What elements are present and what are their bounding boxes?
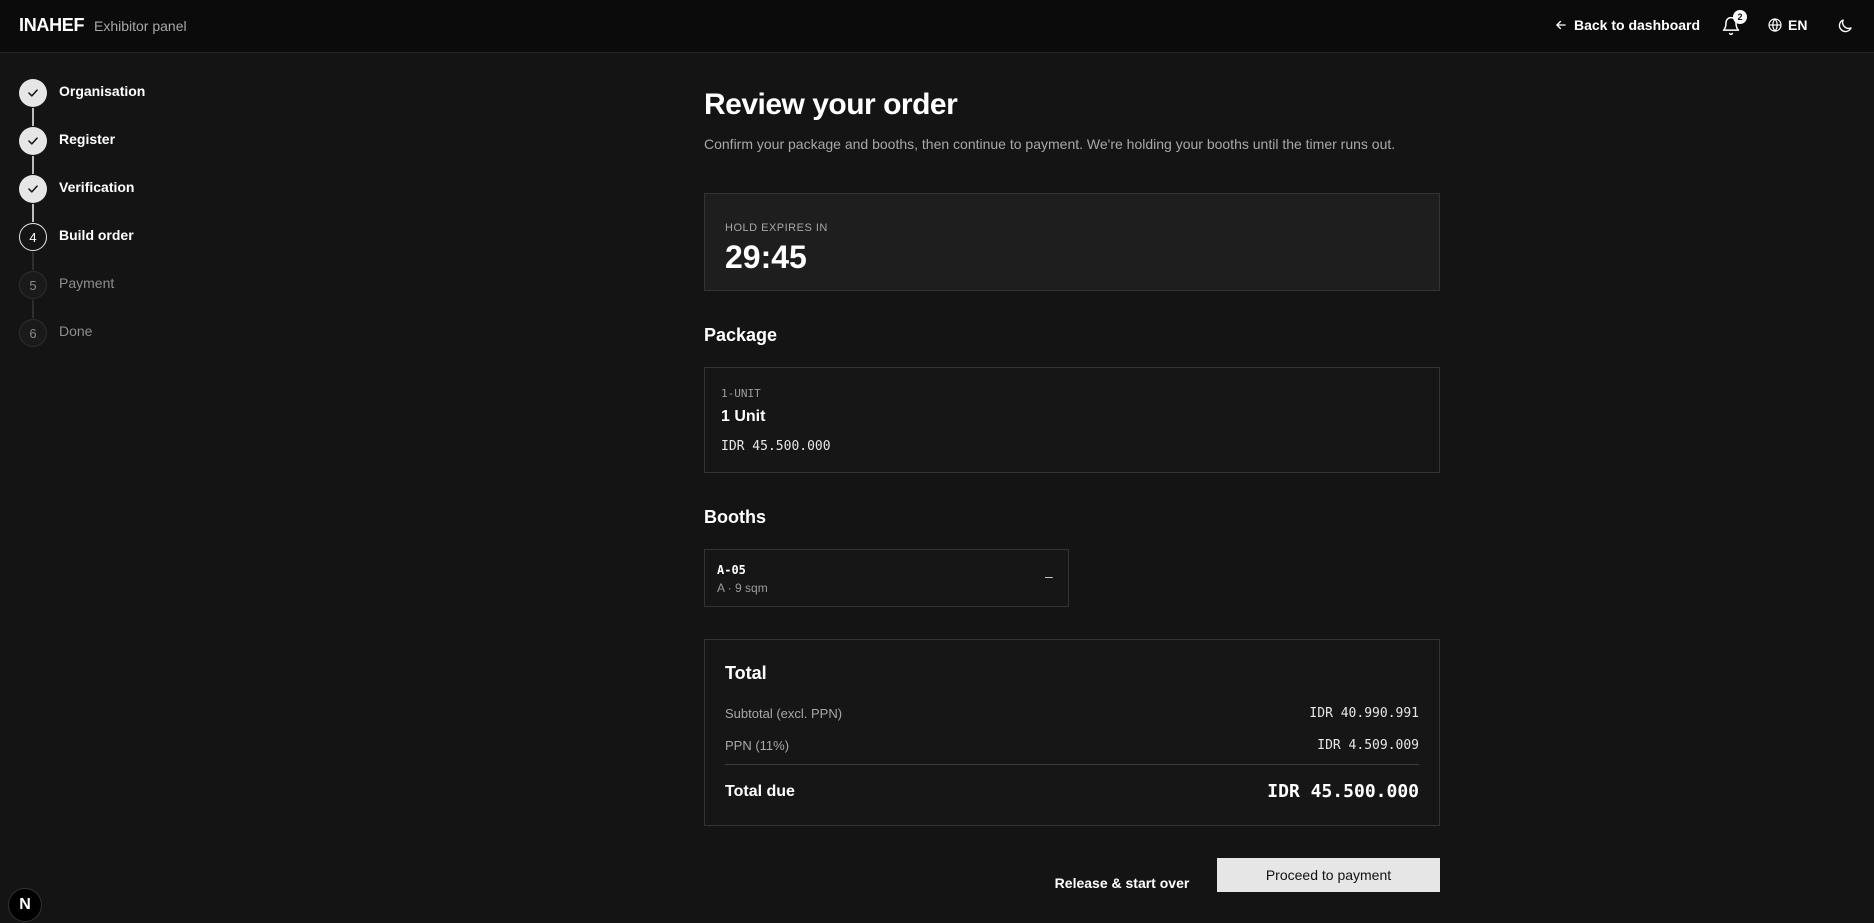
hold-timer-card: HOLD EXPIRES IN 29:45	[704, 193, 1440, 291]
hold-countdown: 29:45	[725, 239, 807, 275]
step-label: Payment	[59, 275, 115, 291]
page-subtitle: Confirm your package and booths, then co…	[704, 136, 1396, 152]
step-label: Done	[59, 323, 93, 339]
step-connector	[32, 108, 34, 126]
dev-tools-badge[interactable]: N	[8, 888, 42, 922]
step-complete-marker	[19, 79, 47, 107]
package-code: 1-UNIT	[721, 387, 761, 400]
step-connector	[32, 204, 34, 222]
step-payment: 5 Payment	[19, 271, 145, 319]
language-label: EN	[1788, 17, 1808, 33]
step-label: Register	[59, 131, 116, 147]
step-complete-marker	[19, 175, 47, 203]
booth-code: A-05	[717, 563, 746, 577]
total-title: Total	[725, 663, 767, 683]
total-due-label: Total due	[725, 783, 795, 800]
total-due-value: IDR 45.500.000	[1267, 781, 1419, 802]
ppn-value: IDR 4.509.009	[1317, 738, 1419, 753]
total-divider	[725, 764, 1419, 765]
step-complete-marker	[19, 127, 47, 155]
subtotal-value: IDR 40.990.991	[1309, 706, 1419, 721]
package-section-title: Package	[704, 325, 778, 345]
check-icon	[28, 185, 38, 193]
step-build-order: 4 Build order	[19, 223, 145, 271]
step-connector	[32, 156, 34, 174]
notification-count-badge: 2	[1733, 10, 1747, 24]
hold-label: HOLD EXPIRES IN	[725, 222, 828, 234]
step-label: Build order	[59, 227, 134, 243]
moon-icon[interactable]	[1836, 17, 1854, 35]
step-verification: Verification	[19, 175, 145, 223]
booths-section-title: Booths	[704, 507, 766, 527]
step-label: Verification	[59, 179, 135, 195]
panel-subtitle: Exhibitor panel	[94, 18, 187, 34]
step-organisation: Organisation	[19, 79, 145, 127]
language-selector[interactable]: EN	[1767, 17, 1807, 33]
back-to-dashboard-link[interactable]: Back to dashboard	[1554, 17, 1700, 33]
check-icon	[28, 137, 38, 145]
globe-icon	[1768, 18, 1782, 32]
check-icon	[28, 89, 38, 97]
step-number: 5	[19, 271, 47, 299]
total-summary-card: Total Subtotal (excl. PPN) IDR 40.990.99…	[704, 639, 1440, 826]
booth-card: A-05 A · 9 sqm –	[704, 549, 1069, 607]
proceed-to-payment-button[interactable]: Proceed to payment	[1217, 858, 1440, 892]
subtotal-label: Subtotal (excl. PPN)	[725, 706, 843, 721]
package-name: 1 Unit	[721, 408, 766, 425]
step-done: 6 Done	[19, 319, 145, 367]
package-card: 1-UNIT 1 Unit IDR 45.500.000	[704, 367, 1440, 473]
step-label: Organisation	[59, 83, 146, 99]
arrow-left-icon	[1556, 20, 1566, 30]
ppn-label: PPN (11%)	[725, 738, 790, 753]
brand-logo[interactable]: INAHEF	[19, 15, 85, 36]
review-order-panel: Review your order Confirm your package a…	[704, 88, 1440, 892]
page-title: Review your order	[704, 88, 958, 121]
step-connector	[32, 300, 34, 318]
step-connector	[32, 252, 34, 270]
remove-booth-button[interactable]: –	[1045, 568, 1053, 584]
step-register: Register	[19, 127, 145, 175]
back-to-dashboard-label: Back to dashboard	[1574, 17, 1701, 33]
top-bar: INAHEF Exhibitor panel Back to dashboard…	[0, 0, 1874, 53]
booth-meta: A · 9 sqm	[717, 581, 768, 595]
release-start-over-button[interactable]: Release & start over	[1047, 866, 1197, 900]
progress-stepper: Organisation Register Verification 4 Bui…	[19, 79, 145, 367]
package-price: IDR 45.500.000	[721, 439, 831, 454]
step-number: 4	[19, 223, 47, 251]
step-number: 6	[19, 319, 47, 347]
